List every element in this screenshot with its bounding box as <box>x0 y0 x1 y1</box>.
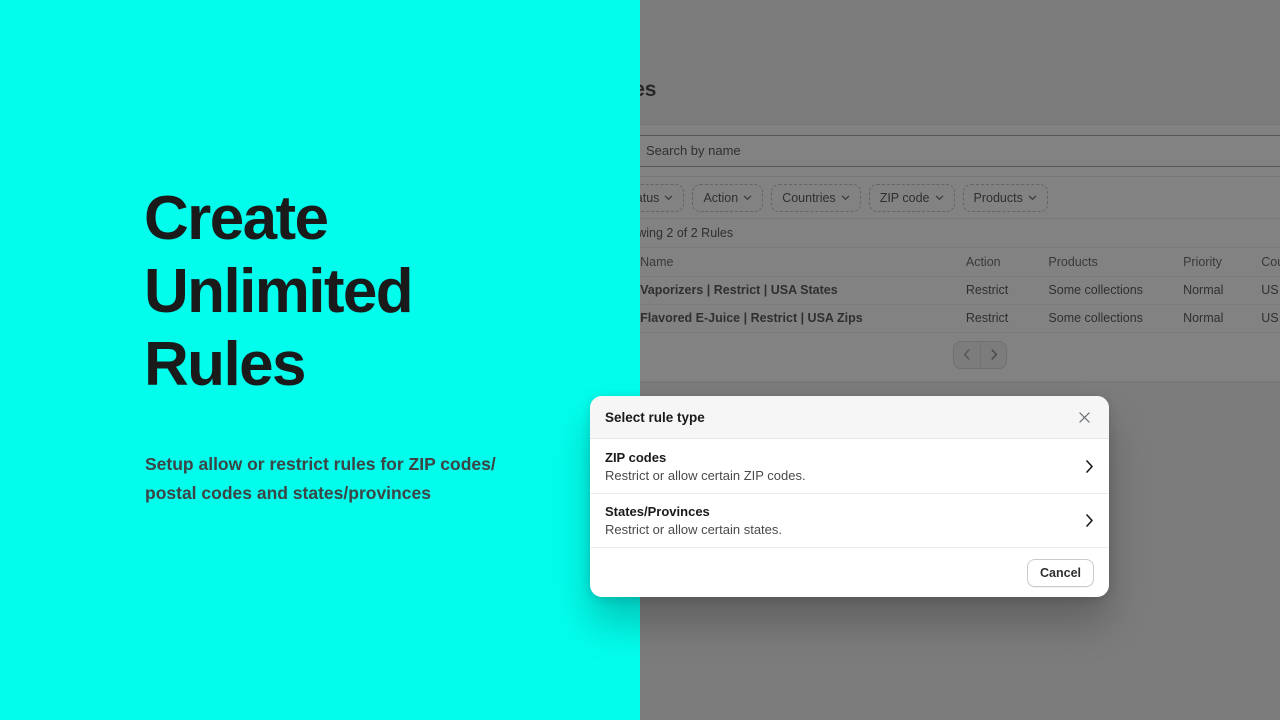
close-icon <box>1078 411 1090 423</box>
modal-close-button[interactable] <box>1071 404 1097 430</box>
modal-title: Select rule type <box>605 409 705 425</box>
cancel-button[interactable]: Cancel <box>1027 558 1094 587</box>
option-subtitle: Restrict or allow certain ZIP codes. <box>605 467 806 483</box>
promo-panel: Create Unlimited Rules Setup allow or re… <box>0 0 640 720</box>
promo-subtitle: Setup allow or restrict rules for ZIP co… <box>145 454 496 503</box>
promo-headline: Create Unlimited Rules <box>144 184 414 399</box>
option-text-block: States/Provinces Restrict or allow certa… <box>605 504 782 537</box>
select-rule-type-modal: Select rule type ZIP codes Restrict or a… <box>590 396 1109 597</box>
rule-type-option-zip-codes[interactable]: ZIP codes Restrict or allow certain ZIP … <box>590 439 1109 493</box>
rule-type-option-states-provinces[interactable]: States/Provinces Restrict or allow certa… <box>590 493 1109 547</box>
chevron-right-icon <box>1086 459 1093 473</box>
option-title: States/Provinces <box>605 504 710 519</box>
screenshot-root: Rules Search by name Status <box>0 0 1280 720</box>
option-title: ZIP codes <box>605 449 667 465</box>
option-text-block: ZIP codes Restrict or allow certain ZIP … <box>605 450 806 483</box>
option-subtitle: Restrict or allow certain states. <box>605 522 783 537</box>
chevron-right-icon <box>1086 514 1093 527</box>
modal-header: Select rule type <box>590 396 1109 439</box>
modal-footer: Cancel <box>590 547 1109 597</box>
